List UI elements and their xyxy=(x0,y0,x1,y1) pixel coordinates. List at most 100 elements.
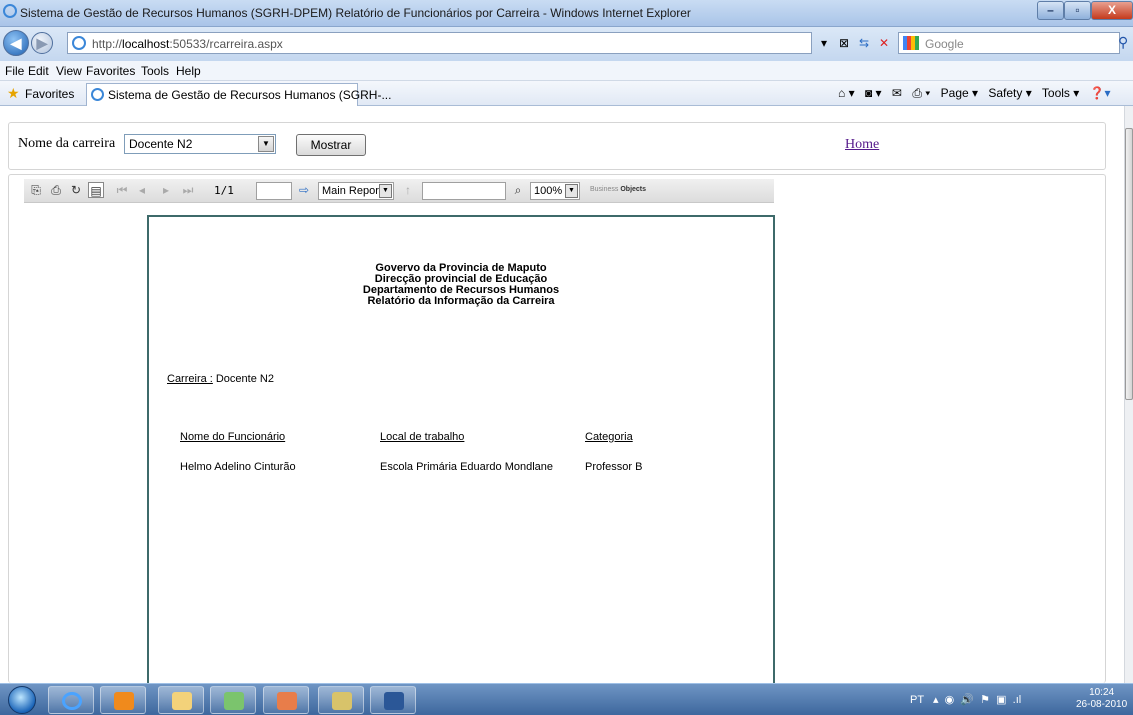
favorites-button[interactable]: Favorites xyxy=(25,87,74,101)
refresh-icon[interactable]: ↻ xyxy=(68,182,84,198)
taskbar-ie[interactable] xyxy=(48,686,94,714)
first-page-icon[interactable]: ⏮ xyxy=(114,182,130,198)
language-indicator[interactable]: PT xyxy=(910,694,924,706)
career-select[interactable]: Docente N2 ▼ xyxy=(124,134,276,154)
report-page: Govervo da Provincia de Maputo Direcção … xyxy=(147,215,775,690)
forward-arrow-icon: ▶ xyxy=(36,35,48,51)
mail-icon[interactable]: ✉ xyxy=(892,86,902,100)
window-title: Sistema de Gestão de Recursos Humanos (S… xyxy=(20,6,691,20)
tab-title: Sistema de Gestão de Recursos Humanos (S… xyxy=(108,88,392,102)
show-button[interactable]: Mostrar xyxy=(296,134,366,156)
career-select-value: Docente N2 xyxy=(129,137,193,151)
command-bar: ⌂ ▾ ◙ ▾ ✉ ⎙ ▾ Page ▾ Safety ▾ Tools ▾ ❓▾ xyxy=(838,86,1118,101)
compatibility-view-icon[interactable]: ⊠ xyxy=(835,34,853,52)
next-page-icon[interactable]: ▸ xyxy=(158,182,174,198)
address-bar[interactable]: http://localhost:50533/rcarreira.aspx xyxy=(67,32,812,54)
zoom-value: 100% xyxy=(534,185,563,197)
goto-page-icon[interactable]: ⇨ xyxy=(296,182,312,198)
search-icon[interactable]: ⚲ xyxy=(1118,34,1128,51)
menu-view[interactable]: View xyxy=(56,64,82,78)
word-icon xyxy=(384,692,404,710)
report-toolbar: ⎘ ⎙ ↻ ▤ ⏮ ◂ ▸ ⏭ 1/1 ⇨ Main Report ▼ ↑ ⌕ … xyxy=(24,179,774,203)
menu-favorites[interactable]: Favorites xyxy=(86,64,135,78)
address-url[interactable]: http://localhost:50533/rcarreira.aspx xyxy=(92,37,283,51)
address-toolbar: ◀ ▶ http://localhost:50533/rcarreira.asp… xyxy=(0,27,1133,61)
report-career-label: Carreira : xyxy=(167,373,213,385)
help-icon[interactable]: ❓▾ xyxy=(1090,86,1111,100)
window-title-bar[interactable]: Sistema de Gestão de Recursos Humanos (S… xyxy=(0,0,1133,27)
report-select-value: Main Report xyxy=(322,185,382,197)
last-page-icon[interactable]: ⏭ xyxy=(180,182,196,198)
business-objects-logo: Business Objects xyxy=(590,186,647,193)
close-button[interactable]: X xyxy=(1091,1,1133,20)
browser-tab[interactable]: Sistema de Gestão de Recursos Humanos (S… xyxy=(86,83,391,106)
clock-time: 10:24 xyxy=(1089,687,1115,698)
forward-button[interactable]: ▶ xyxy=(31,32,53,54)
search-text-input[interactable] xyxy=(422,182,506,200)
taskbar-explorer[interactable] xyxy=(158,686,204,714)
up-arrow-icon[interactable]: ↑ xyxy=(400,182,416,198)
folder-icon xyxy=(172,692,192,710)
chevron-down-icon[interactable]: ▼ xyxy=(565,184,578,198)
goto-page-input[interactable] xyxy=(256,182,292,200)
table-cell: Helmo Adelino Cinturão xyxy=(180,461,296,473)
favorites-bar: ★ Favorites Sistema de Gestão de Recurso… xyxy=(0,81,1133,106)
previous-page-icon[interactable]: ◂ xyxy=(134,182,150,198)
feeds-icon[interactable]: ◙ ▾ xyxy=(865,86,882,100)
scrollbar-thumb[interactable] xyxy=(1125,128,1133,400)
report-career: Carreira : Docente N2 xyxy=(167,373,274,385)
menu-tools[interactable]: Tools xyxy=(141,64,169,78)
home-link[interactable]: Home xyxy=(845,137,879,153)
address-tools: ▾ ⊠ ⇆ ✕ xyxy=(815,34,895,54)
column-header-category: Categoria xyxy=(585,431,633,443)
tray-icons[interactable]: ▴ ◉ 🔊 ⚑ ▣ .ıl xyxy=(927,694,1021,706)
taskbar-app[interactable] xyxy=(263,686,309,714)
search-placeholder: Google xyxy=(925,37,964,51)
chevron-down-icon[interactable]: ▼ xyxy=(258,136,274,152)
binoculars-icon[interactable]: ⌕ xyxy=(510,182,526,198)
taskbar-word[interactable] xyxy=(370,686,416,714)
users-icon xyxy=(224,692,244,710)
vertical-scrollbar[interactable] xyxy=(1124,106,1133,683)
report-career-value: Docente N2 xyxy=(215,373,274,385)
page-count: 1/1 xyxy=(214,184,234,197)
menu-bar: File Edit View Favorites Tools Help xyxy=(0,61,1133,81)
taskbar-app[interactable] xyxy=(318,686,364,714)
taskbar-media-player[interactable] xyxy=(100,686,146,714)
media-player-icon xyxy=(114,692,134,710)
menu-help[interactable]: Help xyxy=(176,64,201,78)
back-arrow-icon: ◀ xyxy=(10,35,22,51)
back-button[interactable]: ◀ xyxy=(3,30,29,56)
stop-icon[interactable]: ✕ xyxy=(875,34,893,52)
network-icon xyxy=(332,692,352,710)
page-icon xyxy=(91,88,104,101)
zoom-select[interactable]: 100% ▼ xyxy=(530,182,580,200)
menu-file[interactable]: File xyxy=(5,64,24,78)
taskbar-app[interactable] xyxy=(210,686,256,714)
tools-menu[interactable]: Tools ▾ xyxy=(1042,86,1079,100)
dropdown-arrow-icon[interactable]: ▾ xyxy=(815,34,833,52)
report-select[interactable]: Main Report ▼ xyxy=(318,182,394,200)
favorites-star-icon[interactable]: ★ xyxy=(7,85,20,102)
report-header-line: Relatório da Informação da Carreira xyxy=(367,295,555,307)
home-icon[interactable]: ⌂ ▾ xyxy=(838,86,855,100)
clock[interactable]: 10:24 26-08-2010 xyxy=(1076,687,1127,711)
maximize-button[interactable]: ▫ xyxy=(1064,1,1091,20)
export-icon[interactable]: ⎘ xyxy=(28,182,44,198)
column-header-name: Nome do Funcionário xyxy=(180,431,286,443)
table-cell: Professor B xyxy=(585,461,643,473)
safety-menu[interactable]: Safety ▾ xyxy=(988,86,1031,100)
refresh-icon[interactable]: ⇆ xyxy=(855,34,873,52)
minimize-button[interactable]: – xyxy=(1037,1,1064,20)
start-button[interactable] xyxy=(8,686,36,714)
menu-edit[interactable]: Edit xyxy=(28,64,49,78)
page-content: Nome da carreira Docente N2 ▼ Mostrar Ho… xyxy=(0,106,1133,690)
search-box[interactable]: Google xyxy=(898,32,1120,54)
internet-explorer-icon xyxy=(62,692,82,710)
group-tree-icon[interactable]: ▤ xyxy=(88,182,104,198)
chevron-down-icon[interactable]: ▼ xyxy=(379,184,392,198)
page-menu[interactable]: Page ▾ xyxy=(941,86,978,100)
print-icon[interactable]: ⎙ ▾ xyxy=(912,86,930,100)
google-icon xyxy=(903,36,919,50)
print-icon[interactable]: ⎙ xyxy=(48,182,64,198)
